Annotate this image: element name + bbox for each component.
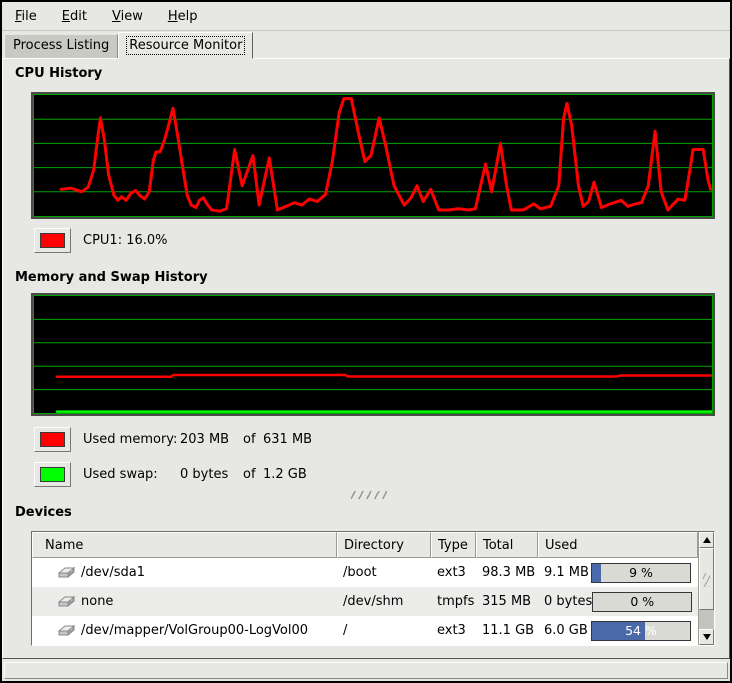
arrow-down-icon bbox=[703, 634, 711, 640]
device-used-cell: 9.1 MB 9 % bbox=[538, 563, 698, 583]
cpu-legend-label: CPU1: 16.0% bbox=[83, 233, 168, 248]
cpu-legend: CPU1: 16.0% bbox=[34, 228, 729, 253]
device-name: /dev/mapper/VolGroup00-LogVol00 bbox=[81, 623, 308, 638]
swap-color-swatch bbox=[40, 467, 65, 482]
device-total: 98.3 MB bbox=[476, 565, 538, 580]
notebook-tabs: Process Listing Resource Monitor bbox=[2, 31, 730, 58]
swap-used-value: 0 bytes bbox=[180, 467, 243, 482]
device-total: 315 MB bbox=[476, 594, 538, 609]
menu-view-mnemonic: V bbox=[112, 9, 121, 24]
scroll-up-button[interactable] bbox=[699, 532, 714, 548]
device-used: 9.1 MB bbox=[544, 565, 591, 580]
scrollbar-thumb[interactable] bbox=[699, 548, 714, 610]
column-header-name[interactable]: Name bbox=[32, 532, 337, 558]
column-header-used[interactable]: Used bbox=[538, 532, 698, 558]
usage-progress-bar: 54 % bbox=[591, 621, 691, 641]
menu-file[interactable]: File bbox=[6, 6, 46, 27]
system-monitor-window: File Edit View Help Process Listing Reso… bbox=[0, 0, 732, 683]
device-directory: /dev/shm bbox=[337, 594, 431, 609]
scroll-down-button[interactable] bbox=[699, 629, 714, 645]
menubar: File Edit View Help bbox=[2, 2, 730, 31]
menu-view-label: iew bbox=[121, 9, 143, 24]
devices-table: Name Directory Type Total Used / bbox=[31, 531, 715, 646]
table-row[interactable]: /dev/sda1 /boot ext3 98.3 MB 9.1 MB 9 % bbox=[32, 558, 698, 587]
harddisk-icon bbox=[56, 565, 76, 580]
harddisk-icon bbox=[56, 594, 76, 609]
harddisk-icon bbox=[56, 623, 76, 638]
resource-monitor-panel: CPU History CPU1: 16.0% Memory and Swap … bbox=[2, 58, 730, 659]
pane-resize-grip[interactable] bbox=[351, 491, 387, 499]
arrow-up-icon bbox=[703, 537, 711, 543]
device-name-cell: /dev/mapper/VolGroup00-LogVol00 bbox=[32, 623, 337, 638]
device-used: 6.0 GB bbox=[544, 623, 591, 638]
menu-edit[interactable]: Edit bbox=[53, 6, 96, 27]
device-name-cell: none bbox=[32, 594, 337, 609]
device-type: ext3 bbox=[431, 623, 476, 638]
memory-color-swatch-button[interactable] bbox=[34, 427, 71, 452]
cpu-color-swatch-button[interactable] bbox=[34, 228, 71, 253]
cpu-history-graph bbox=[33, 94, 713, 217]
usage-progress-bar: 9 % bbox=[591, 563, 691, 583]
menu-view[interactable]: View bbox=[103, 6, 152, 27]
usage-progress-bar: 0 % bbox=[592, 592, 692, 612]
scrollbar-trough[interactable] bbox=[699, 610, 714, 629]
device-directory: / bbox=[337, 623, 431, 638]
vertical-scrollbar bbox=[698, 532, 714, 645]
menu-edit-label: dit bbox=[70, 9, 87, 24]
tab-resource-monitor-label: Resource Monitor bbox=[127, 37, 244, 54]
devices-table-body: Name Directory Type Total Used / bbox=[32, 532, 698, 645]
column-header-name-label: Name bbox=[45, 538, 83, 553]
memory-used-value: 203 MB bbox=[180, 432, 243, 447]
swap-of-label: of bbox=[243, 467, 263, 482]
memory-swap-title: Memory and Swap History bbox=[15, 269, 729, 286]
statusbar bbox=[4, 662, 728, 679]
device-used: 0 bytes bbox=[544, 594, 592, 609]
tab-resource-monitor[interactable]: Resource Monitor bbox=[118, 32, 253, 59]
column-header-directory[interactable]: Directory bbox=[337, 532, 431, 558]
column-header-total-label: Total bbox=[483, 538, 513, 553]
memory-swap-graph-frame bbox=[31, 293, 715, 416]
usage-percent-label: 54 % bbox=[592, 622, 690, 640]
device-directory: /boot bbox=[337, 565, 431, 580]
device-name: /dev/sda1 bbox=[81, 565, 145, 580]
usage-percent-label: 9 % bbox=[592, 564, 690, 582]
device-type: tmpfs bbox=[431, 594, 476, 609]
device-used-cell: 0 bytes 0 % bbox=[538, 592, 698, 612]
menu-help-mnemonic: H bbox=[168, 9, 178, 24]
device-name: none bbox=[81, 594, 113, 609]
column-header-type[interactable]: Type bbox=[431, 532, 476, 558]
memory-swap-legend: Used memory: 203 MB of 631 MB Used swap:… bbox=[34, 427, 729, 487]
swap-color-swatch-button[interactable] bbox=[34, 462, 71, 487]
devices-title: Devices bbox=[15, 504, 729, 521]
memory-color-swatch bbox=[40, 432, 65, 447]
cpu-history-graph-frame bbox=[31, 92, 715, 219]
column-header-total[interactable]: Total bbox=[476, 532, 538, 558]
device-type: ext3 bbox=[431, 565, 476, 580]
column-header-type-label: Type bbox=[438, 538, 468, 553]
menu-help[interactable]: Help bbox=[159, 6, 207, 27]
memory-of-label: of bbox=[243, 432, 263, 447]
memory-total-value: 631 MB bbox=[263, 432, 729, 447]
menu-edit-mnemonic: E bbox=[62, 9, 70, 24]
menu-help-label: elp bbox=[178, 9, 198, 24]
column-header-used-label: Used bbox=[545, 538, 578, 553]
cpu-history-title: CPU History bbox=[15, 65, 729, 82]
table-row[interactable]: none /dev/shm tmpfs 315 MB 0 bytes 0 % bbox=[32, 587, 698, 616]
tab-process-listing[interactable]: Process Listing bbox=[4, 34, 118, 58]
cpu-color-swatch bbox=[40, 233, 65, 248]
device-name-cell: /dev/sda1 bbox=[32, 565, 337, 580]
menu-file-label: ile bbox=[22, 9, 37, 24]
tab-process-listing-label: Process Listing bbox=[13, 38, 109, 53]
memory-legend-label: Used memory: bbox=[83, 432, 180, 447]
swap-total-value: 1.2 GB bbox=[263, 467, 729, 482]
swap-legend-label: Used swap: bbox=[83, 467, 180, 482]
device-total: 11.1 GB bbox=[476, 623, 538, 638]
memory-swap-graph bbox=[33, 295, 713, 414]
usage-percent-label: 0 % bbox=[593, 593, 691, 611]
table-row[interactable]: /dev/mapper/VolGroup00-LogVol00 / ext3 1… bbox=[32, 616, 698, 645]
column-header-directory-label: Directory bbox=[344, 538, 404, 553]
devices-table-header: Name Directory Type Total Used bbox=[32, 532, 698, 558]
device-used-cell: 6.0 GB 54 % bbox=[538, 621, 698, 641]
